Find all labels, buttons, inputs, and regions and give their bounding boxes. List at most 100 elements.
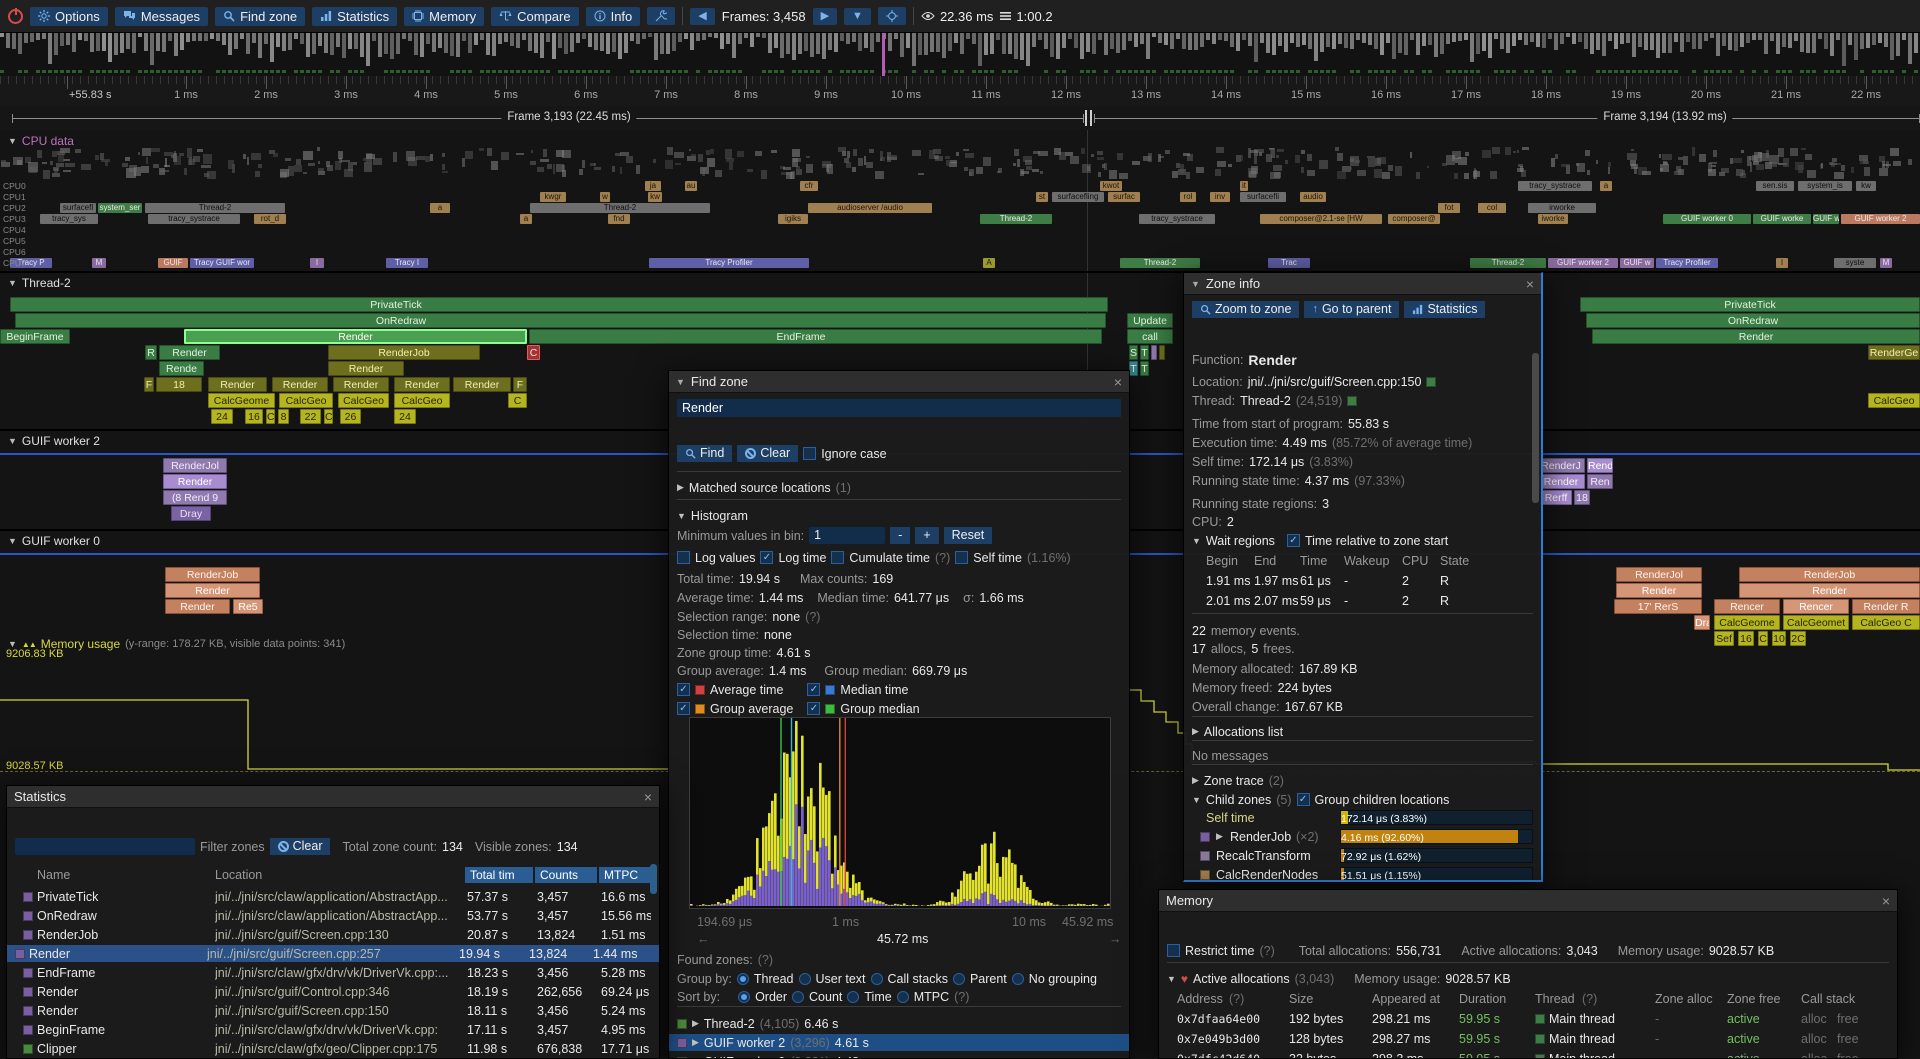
timeline-zone[interactable]: C — [266, 409, 275, 424]
expander-icon[interactable]: ▼ — [1167, 974, 1176, 984]
messages-button[interactable]: Messages — [115, 7, 208, 26]
cpu-zone[interactable]: kw — [648, 192, 662, 202]
timeline-zone[interactable]: Render — [1592, 329, 1920, 344]
cpu-zone[interactable]: Thread-2 — [530, 203, 710, 213]
cpu-zone[interactable]: tracy_systrace — [1139, 214, 1215, 224]
selected-row[interactable]: Renderjni/../jni/src/guif/Screen.cpp:257… — [7, 945, 659, 962]
timeline-zone[interactable]: Re5 — [233, 599, 263, 614]
cpu-zone[interactable]: Trac — [1268, 258, 1310, 268]
timeline-zone[interactable]: F — [513, 377, 527, 392]
timeline-zone[interactable]: Rerff — [1540, 490, 1572, 505]
timeline-zone[interactable]: Render — [1537, 474, 1585, 489]
cpu-zone[interactable]: GUIF w — [1813, 214, 1839, 224]
cpu-zone[interactable]: a — [520, 214, 532, 224]
text-input[interactable]: 1 — [809, 527, 885, 544]
tools-button[interactable] — [647, 7, 675, 25]
go-to-parent-button[interactable]: ↑ Go to parent — [1304, 301, 1399, 318]
timeline-zone[interactable]: call — [1127, 329, 1173, 344]
timeline-zone[interactable]: Render — [453, 377, 511, 392]
timeline-zone[interactable] — [1151, 345, 1157, 360]
cpu-zone[interactable]: a — [1600, 181, 1612, 191]
timeline-zone[interactable]: RenderJ — [1537, 458, 1585, 473]
cpu-zone[interactable]: tracy_sys — [40, 214, 98, 224]
cpu-zone[interactable]: Tracy I — [386, 258, 428, 268]
timeline-zone[interactable]: T — [1140, 345, 1149, 360]
timeline-zone[interactable]: 22 — [300, 409, 321, 424]
timeline-zone[interactable]: (8 Rend 9 — [163, 490, 227, 505]
cpu-zone[interactable]: w — [600, 192, 610, 202]
cpu-zone[interactable]: system_ser — [98, 203, 142, 213]
timeline-zone[interactable]: 18 — [156, 377, 202, 392]
column-header[interactable]: Counts — [535, 867, 597, 883]
statistics-titlebar[interactable]: Statistics× — [7, 786, 659, 808]
column-header[interactable]: Total tim — [465, 867, 533, 883]
timeline-zone[interactable]: RenderJob — [1739, 567, 1920, 582]
checkbox[interactable]: ✓ — [677, 702, 690, 715]
timeline-zone[interactable]: RenderJol — [163, 458, 227, 473]
timeline-zone[interactable]: R — [145, 345, 157, 360]
timeline-zone[interactable]: Render — [208, 377, 267, 392]
checkbox[interactable]: ✓ — [760, 551, 773, 564]
cpu-zone[interactable]: GUIF — [158, 258, 188, 268]
close-icon[interactable]: × — [1114, 375, 1122, 389]
cpu-zone[interactable]: au — [685, 181, 697, 191]
statistics-scrollbar[interactable] — [650, 864, 657, 894]
timeline-zone[interactable]: CalcGeo C — [1852, 615, 1920, 630]
options-button[interactable]: Options — [30, 7, 108, 26]
timeline-zone[interactable] — [1159, 345, 1165, 360]
cpu-zone[interactable]: cfr — [800, 181, 818, 191]
cpu-data-header[interactable]: ▼CPU data — [8, 134, 74, 148]
close-icon[interactable]: × — [644, 790, 652, 804]
cpu-zone[interactable]: M — [92, 258, 106, 268]
timeline-zone[interactable]: PrivateTick — [10, 297, 1108, 312]
cpu-zone[interactable]: a — [430, 203, 450, 213]
cpu-zone[interactable]: fnd — [608, 214, 630, 224]
timeline-zone[interactable]: CalcGeo — [1868, 393, 1920, 408]
cpu-zone[interactable]: st — [1036, 192, 1048, 202]
checkbox[interactable] — [955, 551, 968, 564]
timeline-zone[interactable]: 10 — [1772, 631, 1786, 646]
timeline-zone[interactable]: Render — [159, 345, 220, 360]
timeline-zone[interactable]: CalcGeomet — [1783, 615, 1849, 630]
clear-button[interactable]: Clear — [270, 838, 331, 855]
timeline-zone[interactable]: Rencer — [1714, 599, 1780, 614]
checkbox[interactable] — [1167, 944, 1180, 957]
cpu-zone[interactable]: audio — [1300, 192, 1326, 202]
next-frame-button[interactable]: ▶ — [813, 8, 837, 25]
timeline-zone[interactable]: OnRedraw — [15, 313, 1106, 328]
zone-info-titlebar[interactable]: ▼Zone info× — [1184, 273, 1541, 295]
memory-button[interactable]: Memory — [404, 7, 484, 26]
timeline-zone[interactable]: 18 — [1574, 490, 1590, 505]
expander-icon[interactable]: ▼ — [677, 511, 686, 521]
time-bar[interactable]: 51.51 μs (1.15%) — [1340, 867, 1533, 880]
find-zone-titlebar[interactable]: ▼Find zone× — [669, 371, 1129, 393]
cpu-zone[interactable]: M — [1880, 258, 1892, 268]
memory-usage-header[interactable]: ▼▲▲Memory usage(y-range: 178.27 KB, visi… — [8, 637, 345, 651]
timeline-zone[interactable]: Render — [184, 329, 527, 344]
timeline-zone[interactable]: CalcGeome — [208, 393, 275, 408]
expander-icon[interactable]: ▶ — [692, 1037, 699, 1048]
cpu-zone[interactable]: composer@2.1-se [HW — [1260, 214, 1382, 224]
timeline-zone[interactable]: C — [508, 393, 527, 408]
radio-button[interactable] — [792, 991, 804, 1003]
cpu-zone[interactable]: GUIF worker 2 — [1841, 214, 1920, 224]
timeline-zone[interactable]: Rencer — [1783, 599, 1849, 614]
timeline-zone[interactable]: F — [144, 377, 154, 392]
statistics-button[interactable]: Statistics — [312, 7, 397, 26]
radio-button[interactable] — [799, 973, 811, 985]
cpu-zone[interactable]: GUIF worker 0 — [1663, 214, 1751, 224]
zoom-to-zone-button[interactable]: Zoom to zone — [1192, 301, 1299, 318]
checkbox[interactable]: ✓ — [807, 683, 820, 696]
expander-icon[interactable]: ▼ — [1192, 536, 1201, 546]
worker0-header[interactable]: ▼GUIF worker 0 — [8, 534, 100, 548]
radio-button[interactable] — [738, 991, 750, 1003]
timeline-zone[interactable]: Render — [272, 377, 328, 392]
timeline-zone[interactable]: RenderJob — [165, 567, 260, 582]
cpu-zone[interactable]: audioserver /audio — [808, 203, 932, 213]
close-icon[interactable]: × — [1526, 277, 1534, 291]
cpu-zone[interactable]: GUIF w — [1620, 258, 1654, 268]
expander-icon[interactable]: ▶ — [1216, 831, 1223, 842]
compare-button[interactable]: Compare — [491, 7, 578, 26]
timeline-zone[interactable]: Dra — [1694, 615, 1710, 630]
cpu-zone[interactable]: Tracy GUIF wor — [190, 258, 254, 268]
